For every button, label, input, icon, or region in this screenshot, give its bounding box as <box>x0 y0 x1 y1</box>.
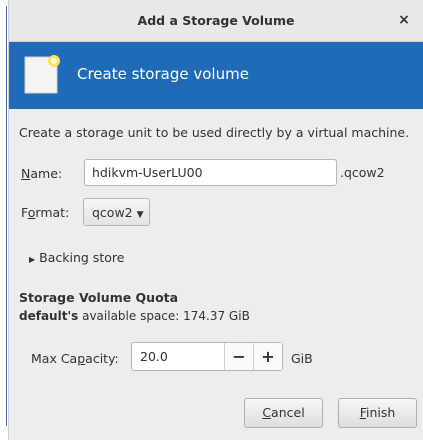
add-storage-volume-dialog: Add a Storage Volume × Create storage vo… <box>8 0 423 440</box>
dialog-title: Add a Storage Volume <box>137 13 295 28</box>
title-bar: Add a Storage Volume × <box>9 0 423 42</box>
chevron-down-icon: ▼ <box>136 210 144 220</box>
format-value: qcow2 <box>92 205 133 220</box>
capacity-unit: GiB <box>291 351 313 366</box>
close-icon[interactable]: × <box>395 11 413 29</box>
format-label: Format: <box>21 205 70 220</box>
finish-button[interactable]: Finish <box>338 398 417 428</box>
backing-store-expander[interactable]: ▶ Backing store <box>29 250 124 265</box>
pool-name: default's <box>19 309 79 323</box>
format-dropdown[interactable]: qcow2 ▼ <box>83 198 150 226</box>
max-capacity-spinner: 20.0 − + <box>131 342 283 371</box>
quota-available: default's available space: 174.37 GiB <box>19 309 250 323</box>
backing-store-label: Backing store <box>39 250 125 265</box>
name-suffix: .qcow2 <box>340 165 385 180</box>
max-capacity-input[interactable]: 20.0 <box>132 343 224 370</box>
background-window-edge <box>0 0 8 440</box>
increment-button[interactable]: + <box>253 343 282 370</box>
cancel-button[interactable]: Cancel <box>244 398 323 428</box>
new-volume-icon <box>24 55 60 94</box>
available-space-text: available space: 174.37 GiB <box>82 309 250 323</box>
decrement-button[interactable]: − <box>224 343 253 370</box>
name-label: Name: <box>21 166 63 181</box>
header-banner: Create storage volume <box>9 42 423 109</box>
name-input[interactable]: hdikvm-UserLU00 <box>84 159 337 186</box>
max-capacity-label: Max Capacity: <box>31 351 119 366</box>
banner-heading: Create storage volume <box>77 65 249 83</box>
quota-title: Storage Volume Quota <box>19 290 179 305</box>
expander-triangle-icon: ▶ <box>29 255 36 264</box>
description-text: Create a storage unit to be used directl… <box>19 125 410 140</box>
